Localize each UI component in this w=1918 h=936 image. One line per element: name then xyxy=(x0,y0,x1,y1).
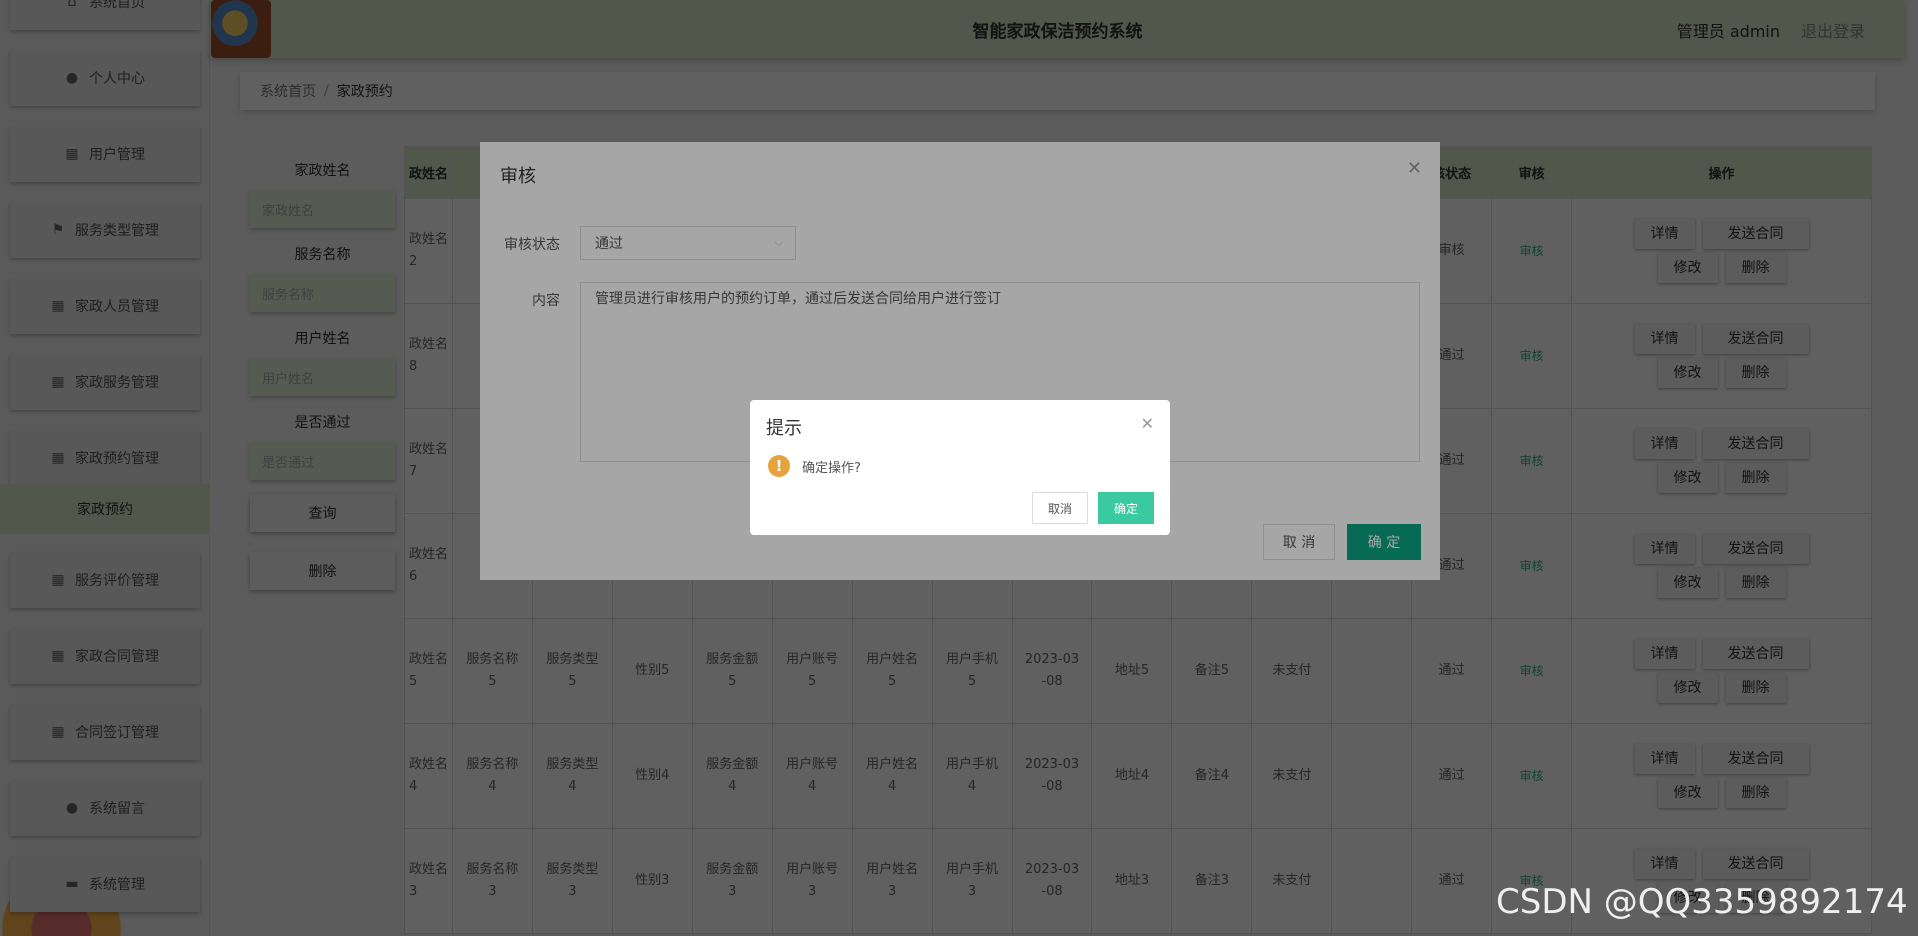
confirm-ok-button[interactable]: 确定 xyxy=(1098,492,1154,524)
watermark: CSDN @QQ3359892174 xyxy=(1496,882,1908,922)
confirm-cancel-button[interactable]: 取消 xyxy=(1032,492,1088,524)
confirm-dialog-title: 提示 xyxy=(766,418,802,439)
warning-icon: ! xyxy=(768,455,790,477)
confirm-message: 确定操作? xyxy=(802,461,861,476)
confirm-dialog: 提示 ✕ ! 确定操作? 取消 确定 xyxy=(750,400,1170,535)
confirm-close-icon[interactable]: ✕ xyxy=(1141,414,1154,433)
